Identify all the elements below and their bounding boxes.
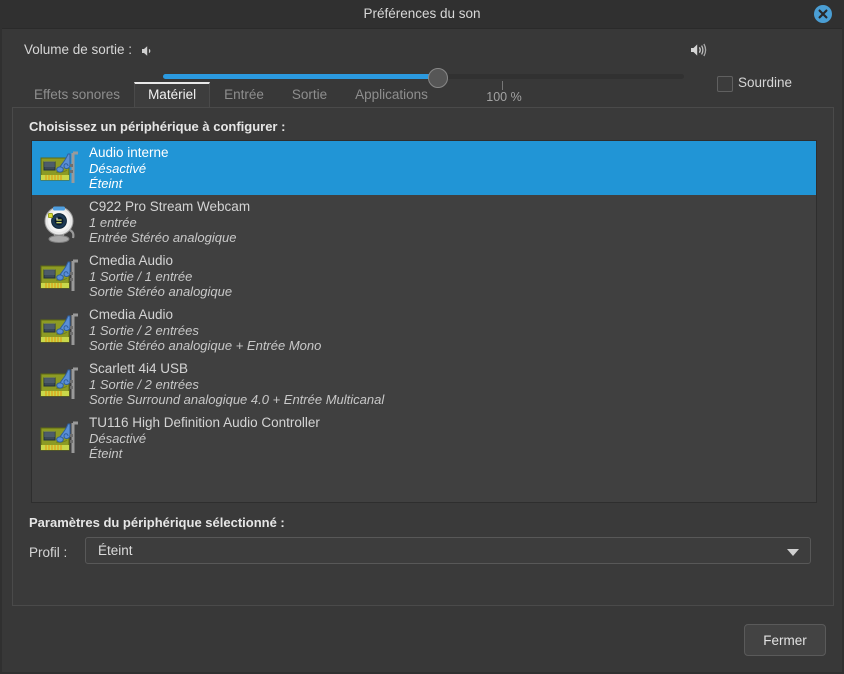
sound-card-icon <box>37 361 83 407</box>
volume-tick-label: 100 % <box>486 90 522 104</box>
device-profile: Sortie Stéréo analogique + Entrée Mono <box>89 337 322 353</box>
device-list[interactable]: Audio interne Désactivé Éteint C922 Pro Str… <box>31 140 817 503</box>
sound-preferences-window: Préférences du son Volume de sortie : 10… <box>0 0 844 674</box>
device-text: C922 Pro Stream Webcam 1 entrée Entrée Sté… <box>89 199 250 246</box>
volume-slider-track[interactable] <box>163 74 684 79</box>
device-name: Cmedia Audio <box>89 252 174 268</box>
device-name: TU116 High Definition Audio Controller <box>89 414 320 430</box>
sound-card-icon <box>37 415 83 461</box>
webcam-icon <box>37 199 83 245</box>
hardware-tab-panel: Choisissez un périphérique à configurer … <box>12 107 834 606</box>
device-params-label: Paramètres du périphérique sélectionné : <box>29 515 285 530</box>
tab-1[interactable]: Matériel <box>134 82 211 107</box>
device-ports: 1 Sortie / 2 entrées <box>89 376 199 392</box>
device-name: C922 Pro Stream Webcam <box>89 198 251 214</box>
device-ports: 1 Sortie / 1 entrée <box>89 268 193 284</box>
sound-card-icon <box>37 307 83 353</box>
device-row[interactable]: C922 Pro Stream Webcam 1 entrée Entrée Sté… <box>32 195 816 249</box>
tab-4[interactable]: Applications <box>341 82 442 107</box>
title-bar: Préférences du son <box>2 0 842 29</box>
device-row[interactable]: Audio interne Désactivé Éteint <box>32 141 816 195</box>
window-title: Préférences du son <box>363 6 481 21</box>
device-text: Scarlett 4i4 USB 1 Sortie / 2 entrées Sort… <box>89 361 384 408</box>
close-button[interactable]: Fermer <box>744 624 826 656</box>
profile-label: Profil : <box>29 545 68 560</box>
profile-value: Éteint <box>98 543 133 558</box>
tab-2[interactable]: Entrée <box>210 82 278 107</box>
device-text: Cmedia Audio 1 Sortie / 2 entrées Sortie S… <box>89 307 321 354</box>
device-ports: Désactivé <box>89 430 147 446</box>
mute-label: Sourdine <box>738 75 793 90</box>
close-icon[interactable] <box>814 5 832 23</box>
device-text: Audio interne Désactivé Éteint <box>89 145 169 192</box>
output-volume-row: Volume de sortie : 100 % Sourdine <box>2 29 842 104</box>
profile-dropdown[interactable]: Éteint <box>85 537 811 564</box>
device-ports: 1 entrée <box>89 214 137 230</box>
device-name: Cmedia Audio <box>89 306 174 322</box>
device-text: TU116 High Definition Audio Controller Dé… <box>89 415 320 462</box>
device-profile: Éteint <box>89 445 123 461</box>
tab-bar: Effets sonores Matériel Entrée Sortie Applic… <box>20 82 442 107</box>
tab-0[interactable]: Effets sonores <box>20 82 134 107</box>
volume-100-tick <box>502 81 503 90</box>
device-ports: 1 Sortie / 2 entrées <box>89 322 199 338</box>
speaker-low-icon <box>139 43 155 64</box>
sound-card-icon <box>37 253 83 299</box>
mute-checkbox[interactable] <box>717 76 733 92</box>
volume-slider-fill <box>163 74 439 79</box>
device-profile: Sortie Stéréo analogique <box>89 283 233 299</box>
device-name: Audio interne <box>89 144 169 160</box>
device-row[interactable]: Cmedia Audio 1 Sortie / 1 entrée Sortie St… <box>32 249 816 303</box>
device-row[interactable]: Cmedia Audio 1 Sortie / 2 entrées Sortie S… <box>32 303 816 357</box>
device-profile: Sortie Surround analogique 4.0 + Entrée … <box>89 391 385 407</box>
volume-label: Volume de sortie : <box>24 42 133 57</box>
tab-3[interactable]: Sortie <box>278 82 341 107</box>
device-ports: Désactivé <box>89 160 147 176</box>
device-row[interactable]: TU116 High Definition Audio Controller Dé… <box>32 411 816 465</box>
device-row[interactable]: Scarlett 4i4 USB 1 Sortie / 2 entrées Sort… <box>32 357 816 411</box>
device-profile: Éteint <box>89 175 123 191</box>
device-name: Scarlett 4i4 USB <box>89 360 189 376</box>
sound-card-icon <box>37 145 83 191</box>
chevron-down-icon <box>787 549 799 556</box>
device-profile: Entrée Stéréo analogique <box>89 229 237 245</box>
device-text: Cmedia Audio 1 Sortie / 1 entrée Sortie St… <box>89 253 232 300</box>
speaker-high-icon <box>688 40 710 65</box>
choose-device-label: Choisissez un périphérique à configurer … <box>29 119 286 134</box>
